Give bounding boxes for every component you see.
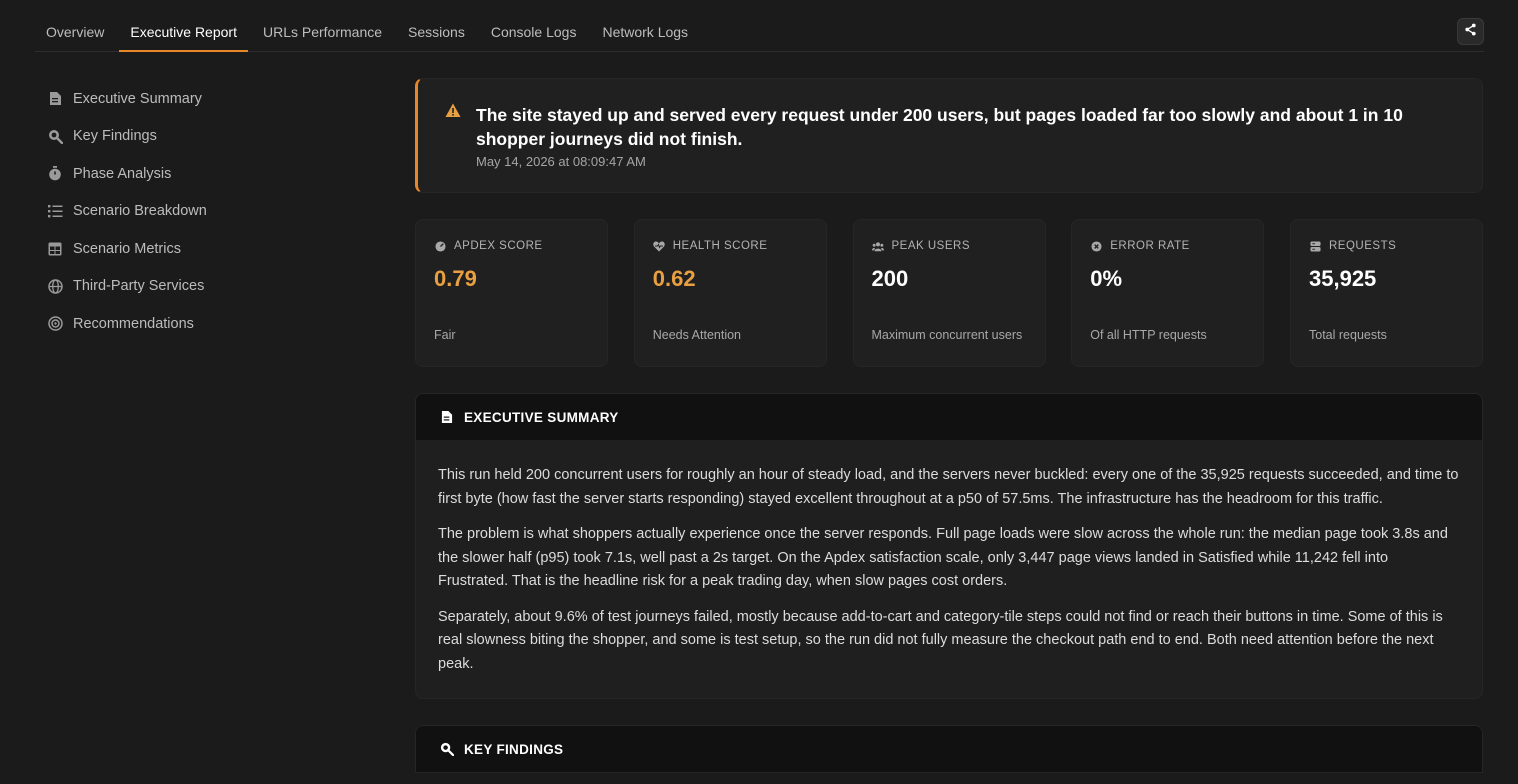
card-subtext: Maximum concurrent users <box>871 328 1023 342</box>
users-icon <box>871 240 884 252</box>
card-subtext: Needs Attention <box>652 328 742 342</box>
main-content: The site stayed up and served every requ… <box>415 78 1483 773</box>
card-value: 0% <box>1090 266 1123 291</box>
alert-title: The site stayed up and served every requ… <box>476 105 1403 149</box>
error-circle-icon <box>1090 240 1102 252</box>
section-header: EXECUTIVE SUMMARY <box>416 394 1482 440</box>
sidebar-item-label: Recommendations <box>73 315 194 332</box>
requests-card: REQUESTS 35,925 Total requests <box>1290 219 1483 367</box>
warning-icon <box>445 103 461 123</box>
sidebar-item-executive-summary[interactable]: Executive Summary <box>47 80 347 118</box>
document-icon <box>47 91 63 107</box>
sidebar-item-phase-analysis[interactable]: Phase Analysis <box>47 155 347 193</box>
table-icon <box>47 241 63 257</box>
card-value: 200 <box>871 266 909 291</box>
sidebar-item-recommendations[interactable]: Recommendations <box>47 305 347 343</box>
section-title: EXECUTIVE SUMMARY <box>464 409 619 425</box>
share-button[interactable] <box>1457 18 1484 45</box>
tab-bar: Overview Executive Report URLs Performan… <box>35 0 703 52</box>
apdex-score-card: APDEX SCORE 0.79 Fair <box>415 219 608 367</box>
heart-pulse-icon <box>653 240 665 252</box>
section-body: This run held 200 concurrent users for r… <box>416 440 1482 698</box>
card-subtext: Total requests <box>1309 328 1387 342</box>
sidebar: Executive Summary Key Findings Phase Ana… <box>47 80 347 343</box>
sidebar-item-key-findings[interactable]: Key Findings <box>47 118 347 156</box>
sidebar-item-scenario-metrics[interactable]: Scenario Metrics <box>47 230 347 268</box>
top-navigation: Overview Executive Report URLs Performan… <box>35 0 1484 52</box>
tab-console-logs[interactable]: Console Logs <box>480 0 588 52</box>
key-findings-section: KEY FINDINGS <box>415 725 1483 773</box>
sidebar-item-label: Scenario Metrics <box>73 240 181 257</box>
server-icon <box>1309 240 1321 252</box>
gauge-icon <box>434 240 446 252</box>
health-score-card: HEALTH SCORE 0.62 Needs Attention <box>633 219 827 367</box>
sidebar-item-label: Scenario Breakdown <box>73 203 207 220</box>
target-icon <box>47 316 63 332</box>
alert-timestamp: May 14, 2026 at 08:09:47 AM <box>476 154 646 169</box>
share-icon <box>1464 23 1477 41</box>
search-zoom-icon <box>47 128 63 144</box>
checklist-icon <box>47 203 63 219</box>
card-label: APDEX SCORE <box>454 240 543 252</box>
sidebar-item-label: Key Findings <box>73 128 157 145</box>
stopwatch-icon <box>47 166 63 182</box>
sidebar-item-label: Executive Summary <box>73 90 202 107</box>
card-value: 0.79 <box>434 266 477 291</box>
globe-icon <box>47 278 63 294</box>
summary-paragraph: The problem is what shoppers actually ex… <box>438 526 1448 589</box>
section-header: KEY FINDINGS <box>416 726 1482 772</box>
peak-users-card: PEAK USERS 200 Maximum concurrent users <box>852 219 1046 367</box>
tab-sessions[interactable]: Sessions <box>397 0 476 52</box>
sidebar-item-label: Third-Party Services <box>73 278 205 295</box>
card-label: HEALTH SCORE <box>672 240 768 252</box>
metric-cards: APDEX SCORE 0.79 Fair HEALTH SCORE 0.62 … <box>415 219 1483 367</box>
tab-urls-performance[interactable]: URLs Performance <box>252 0 393 52</box>
headline-alert: The site stayed up and served every requ… <box>415 78 1483 193</box>
sidebar-item-label: Phase Analysis <box>73 165 172 182</box>
card-label: ERROR RATE <box>1110 240 1190 252</box>
card-value: 0.62 <box>652 266 696 291</box>
section-title: KEY FINDINGS <box>464 741 564 757</box>
document-icon <box>440 410 454 424</box>
summary-paragraph: This run held 200 concurrent users for r… <box>438 467 1459 507</box>
tab-overview[interactable]: Overview <box>35 0 115 52</box>
search-zoom-icon <box>440 742 454 756</box>
card-subtext: Fair <box>434 328 456 342</box>
tab-network-logs[interactable]: Network Logs <box>591 0 699 52</box>
sidebar-item-scenario-breakdown[interactable]: Scenario Breakdown <box>47 193 347 231</box>
card-label: PEAK USERS <box>891 240 970 252</box>
sidebar-item-third-party-services[interactable]: Third-Party Services <box>47 268 347 306</box>
error-rate-card: ERROR RATE 0% Of all HTTP requests <box>1071 219 1265 367</box>
card-value: 35,925 <box>1309 266 1377 291</box>
tab-executive-report[interactable]: Executive Report <box>119 0 248 52</box>
card-subtext: Of all HTTP requests <box>1090 328 1207 342</box>
card-label: REQUESTS <box>1329 240 1397 252</box>
summary-paragraph: Separately, about 9.6% of test journeys … <box>438 608 1443 672</box>
executive-summary-section: EXECUTIVE SUMMARY This run held 200 conc… <box>415 393 1483 699</box>
